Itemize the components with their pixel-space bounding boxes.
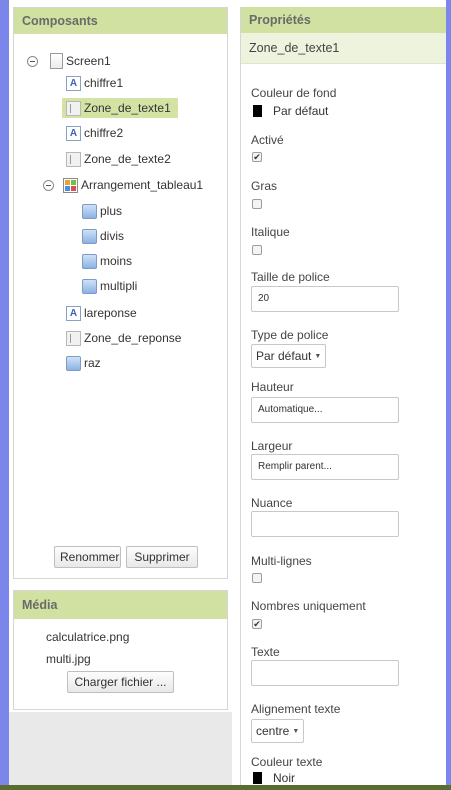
window-frame-bottom	[0, 785, 451, 790]
height-input[interactable]: Automatique...	[251, 397, 399, 423]
rename-button[interactable]: Renommer	[54, 546, 121, 568]
delete-button[interactable]: Supprimer	[126, 546, 198, 568]
upload-file-button[interactable]: Charger fichier ...	[67, 671, 174, 693]
text-color-value[interactable]: Noir	[273, 771, 295, 785]
background-color-label: Couleur de fond	[251, 86, 337, 100]
tree-item-label: lareponse	[84, 306, 137, 320]
tree-item-label: moins	[100, 254, 133, 268]
tree-item-screen1[interactable]: Screen1	[50, 51, 111, 71]
media-panel: Média calculatrice.png multi.jpg Charger…	[13, 590, 228, 710]
properties-panel: Propriétés Zone_de_texte1 Couleur de fon…	[240, 7, 446, 785]
tree-item-raz[interactable]: raz	[66, 353, 101, 373]
empty-area	[9, 712, 232, 785]
window-frame-right	[446, 0, 451, 790]
tree-item-label: Arrangement_tableau1	[81, 178, 204, 192]
font-type-label: Type de police	[251, 328, 329, 342]
tree-item-label: Zone_de_reponse	[84, 331, 182, 345]
tree-item-label: multipli	[100, 279, 138, 293]
collapse-screen1-toggle[interactable]	[27, 56, 38, 67]
button-icon	[82, 278, 97, 294]
textbox-icon	[66, 330, 81, 346]
text-label: Texte	[251, 645, 280, 659]
tree-item-label: Zone_de_texte1	[84, 101, 171, 115]
button-icon	[82, 203, 97, 219]
caret-down-icon: ▼	[292, 727, 300, 735]
tree-item-moins[interactable]: moins	[82, 251, 132, 271]
components-panel: Composants Screen1 A chiffre1 Zone_de_te…	[13, 7, 228, 579]
height-label: Hauteur	[251, 380, 294, 394]
background-color-swatch[interactable]	[253, 105, 262, 117]
bold-label: Gras	[251, 179, 278, 193]
font-size-label: Taille de police	[251, 270, 330, 284]
collapse-arrangement-toggle[interactable]	[43, 180, 54, 191]
media-file-item[interactable]: multi.jpg	[46, 652, 91, 666]
tree-item-label: Screen1	[66, 54, 111, 68]
properties-header: Propriétés	[241, 7, 446, 33]
tree-item-chiffre2[interactable]: A chiffre2	[66, 123, 123, 143]
multiline-label: Multi-lignes	[251, 554, 312, 568]
tree-item-multipli[interactable]: multipli	[82, 276, 137, 296]
font-size-input[interactable]: 20	[251, 286, 399, 312]
font-type-dropdown[interactable]: Par défaut ▼	[251, 344, 327, 368]
hint-input[interactable]	[251, 511, 399, 537]
numbers-only-label: Nombres uniquement	[251, 599, 366, 613]
enabled-checkbox[interactable]: ✔	[252, 152, 262, 162]
label-icon: A	[66, 305, 81, 321]
tree-item-arrangement-tableau1[interactable]: Arrangement_tableau1	[63, 175, 203, 195]
tree-item-label: chiffre2	[84, 126, 124, 140]
table-arrangement-icon	[63, 177, 78, 193]
tree-item-plus[interactable]: plus	[82, 201, 122, 221]
text-color-swatch[interactable]	[253, 772, 262, 784]
tree-item-lareponse[interactable]: A lareponse	[66, 303, 137, 323]
multiline-checkbox[interactable]	[252, 573, 262, 583]
enabled-label: Activé	[251, 133, 284, 147]
window-frame-left	[0, 0, 9, 790]
label-icon: A	[66, 125, 81, 141]
tree-item-divis[interactable]: divis	[82, 226, 124, 246]
screen-icon	[50, 53, 63, 69]
text-alignment-label: Alignement texte	[251, 702, 341, 716]
bold-checkbox[interactable]	[252, 199, 262, 209]
media-header: Média	[14, 591, 227, 619]
font-type-value: Par défaut	[256, 349, 312, 363]
italic-checkbox[interactable]	[252, 245, 262, 255]
tree-item-label: Zone_de_texte2	[84, 152, 171, 166]
label-icon: A	[66, 75, 81, 91]
text-color-label: Couleur texte	[251, 755, 323, 769]
numbers-only-checkbox[interactable]: ✔	[252, 619, 262, 629]
tree-item-label: chiffre1	[84, 76, 124, 90]
textbox-icon	[66, 100, 81, 116]
width-input[interactable]: Remplir parent...	[251, 454, 399, 480]
selected-component-name: Zone_de_texte1	[241, 33, 446, 64]
textbox-icon	[66, 151, 81, 167]
media-file-item[interactable]: calculatrice.png	[46, 630, 129, 644]
tree-item-label: raz	[84, 356, 101, 370]
hint-label: Nuance	[251, 496, 293, 510]
tree-item-zone-de-reponse[interactable]: Zone_de_reponse	[66, 328, 181, 348]
components-header: Composants	[14, 8, 227, 34]
tree-item-chiffre1[interactable]: A chiffre1	[66, 73, 123, 93]
caret-down-icon: ▼	[314, 352, 322, 360]
text-input[interactable]	[251, 660, 399, 686]
background-color-value[interactable]: Par défaut	[273, 104, 328, 118]
tree-item-zone-de-texte1[interactable]: Zone_de_texte1	[62, 98, 178, 118]
italic-label: Italique	[251, 225, 290, 239]
tree-item-label: plus	[100, 204, 123, 218]
button-icon	[82, 253, 97, 269]
text-alignment-value: centre	[256, 724, 290, 738]
button-icon	[82, 228, 97, 244]
text-alignment-dropdown[interactable]: centre ▼	[251, 719, 305, 743]
tree-item-label: divis	[100, 229, 125, 243]
width-label: Largeur	[251, 439, 293, 453]
button-icon	[66, 355, 81, 371]
tree-item-zone-de-texte2[interactable]: Zone_de_texte2	[66, 149, 171, 169]
